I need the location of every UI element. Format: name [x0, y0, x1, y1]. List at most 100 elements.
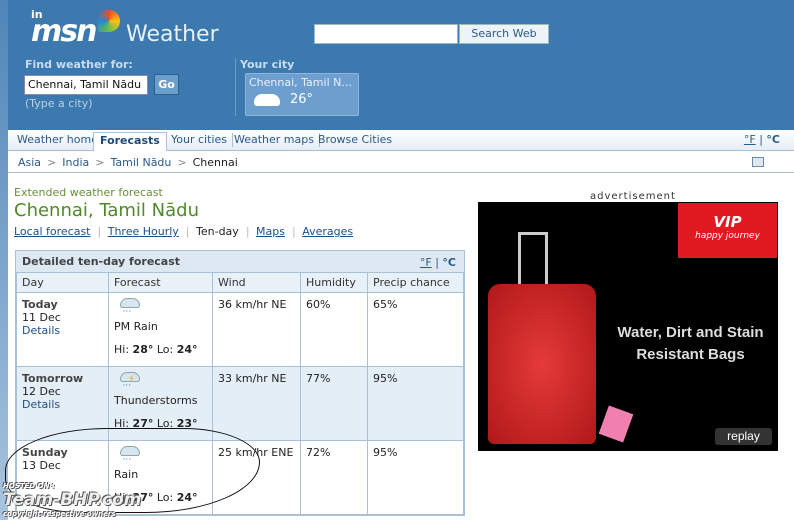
link-averages[interactable]: Averages [302, 225, 353, 238]
print-icon[interactable] [752, 157, 764, 167]
ad-tagline: happy journey [695, 231, 760, 241]
header-row: Day Forecast Wind Humidity Precip chance [16, 272, 464, 293]
humidity: 77% [300, 366, 368, 441]
vip-logo: VIP happy journey [678, 203, 777, 258]
lo-temp: 23° [176, 417, 198, 430]
lo-temp: 24° [176, 343, 198, 356]
lo-temp: 24° [176, 491, 198, 504]
humidity: 60% [300, 292, 368, 367]
tab-browse-cities[interactable]: Browse Cities [313, 133, 397, 147]
tab-your-cities[interactable]: Your cities [166, 133, 233, 147]
cloud-icon [254, 94, 280, 106]
unit-sep: | [435, 256, 439, 269]
unit-f[interactable]: °F [420, 256, 432, 269]
condition: PM Rain [114, 320, 158, 333]
search-input[interactable] [314, 24, 458, 44]
replay-button[interactable]: replay [715, 428, 772, 445]
hi-lo: Hi: 28° Lo: 24° [114, 343, 207, 356]
hi-temp: 28° [132, 343, 154, 356]
page-title: Chennai, Tamil Nādu [14, 200, 199, 221]
main-nav: Weather home Forecasts Your cities Weath… [8, 130, 794, 151]
table-unit-toggle: °F | °C [420, 256, 456, 269]
wind: 33 km/hr NE [212, 366, 301, 441]
watermark-bottom: copyright respective owners [3, 510, 116, 518]
crumb-sep: > [177, 156, 187, 169]
unit-f[interactable]: °F [744, 133, 756, 146]
unit-c[interactable]: °C [442, 256, 456, 269]
hi-label: Hi: [114, 417, 130, 430]
unit-toggle: °F | °C [744, 133, 780, 146]
city-input[interactable]: Chennai, Tamil Nādu [24, 75, 148, 95]
condition: Rain [114, 468, 139, 481]
forecast-title-text: Detailed ten-day forecast [22, 255, 181, 268]
suitcase-image [488, 284, 596, 444]
unit-c[interactable]: °C [766, 133, 780, 146]
day-date: 12 Dec [22, 385, 61, 398]
msn-butterfly-icon [98, 10, 120, 32]
hi-temp: 27° [132, 417, 154, 430]
unit-sep: | [759, 133, 763, 146]
crumb-india[interactable]: India [62, 156, 89, 169]
forecast-table-title: Detailed ten-day forecast °F | °C [16, 251, 464, 272]
details-link[interactable]: Details [22, 324, 103, 337]
advertisement-label: advertisement [590, 191, 676, 202]
rain-cloud-icon: ''' [120, 446, 140, 465]
sep: | [291, 225, 296, 238]
link-local-forecast[interactable]: Local forecast [14, 225, 91, 238]
lo-label: Lo: [156, 417, 174, 430]
day-name: Today [22, 298, 58, 311]
hi-lo: Hi: 27° Lo: 23° [114, 417, 207, 430]
find-weather-label: Find weather for: [25, 58, 133, 71]
sep: | [185, 225, 190, 238]
day-name: Sunday [22, 446, 68, 459]
msn-logo[interactable]: msn [31, 14, 97, 49]
condition: Thunderstorms [114, 394, 198, 407]
app-title: Weather [126, 22, 219, 47]
tab-weather-home[interactable]: Weather home [12, 133, 104, 147]
your-city-label: Your city [240, 58, 295, 71]
your-city-name: Chennai, Tamil N... [249, 76, 352, 89]
tab-forecasts[interactable]: Forecasts [93, 132, 167, 151]
link-three-hourly[interactable]: Three Hourly [108, 225, 179, 238]
divider [235, 58, 236, 116]
col-humidity: Humidity [300, 272, 368, 293]
col-forecast: Forecast [108, 272, 213, 293]
search-web-button[interactable]: Search Web [459, 24, 549, 44]
table-row: Tomorrow 12 Dec Details ⚡ ''' Thunderstorms H… [16, 366, 464, 441]
watermark-top: HOSTED ON : [3, 482, 55, 490]
forecast-table: Detailed ten-day forecast °F | °C Day Fo… [15, 250, 465, 516]
link-ten-day: Ten-day [196, 225, 239, 238]
precip: 95% [367, 366, 464, 441]
day-date: 13 Dec [22, 459, 61, 472]
details-link[interactable]: Details [22, 398, 103, 411]
cloth-image [598, 405, 634, 443]
left-edge [0, 0, 8, 520]
lo-label: Lo: [156, 343, 174, 356]
breadcrumb: Asia > India > Tamil Nādu > Chennai [8, 152, 794, 173]
crumb-sep: > [95, 156, 105, 169]
table-row: Today 11 Dec Details ''' PM Rain Hi: 28° Lo:… [16, 292, 464, 367]
ad-brand: VIP [713, 213, 742, 231]
your-city-widget[interactable]: Chennai, Tamil N... 26° [245, 73, 359, 116]
header: in msn Weather Search Web Find weather f… [8, 0, 794, 130]
crumb-sep: > [47, 156, 57, 169]
link-maps[interactable]: Maps [256, 225, 285, 238]
thunderstorm-icon: ⚡ ''' [120, 372, 140, 391]
wind: 36 km/hr NE [212, 292, 301, 367]
suitcase-handle [518, 232, 548, 287]
crumb-asia[interactable]: Asia [18, 156, 41, 169]
go-button[interactable]: Go [154, 74, 179, 95]
day-date: 11 Dec [22, 311, 61, 324]
col-day: Day [16, 272, 109, 293]
crumb-tamil-nadu[interactable]: Tamil Nādu [111, 156, 172, 169]
ad-headline: Water, Dirt and Stain Resistant Bags [617, 324, 764, 363]
advertisement-banner[interactable]: VIP happy journey Water, Dirt and Stain R… [478, 202, 778, 451]
watermark: HOSTED ON : Team-BHP.com copyright respe… [3, 482, 141, 518]
tab-weather-maps[interactable]: Weather maps [229, 133, 320, 147]
sep: | [97, 225, 102, 238]
col-precip: Precip chance [367, 272, 464, 293]
day-name: Tomorrow [22, 372, 84, 385]
page-subtitle: Extended weather forecast [14, 186, 163, 199]
crumb-chennai: Chennai [192, 156, 238, 169]
your-city-temp: 26° [290, 92, 314, 107]
